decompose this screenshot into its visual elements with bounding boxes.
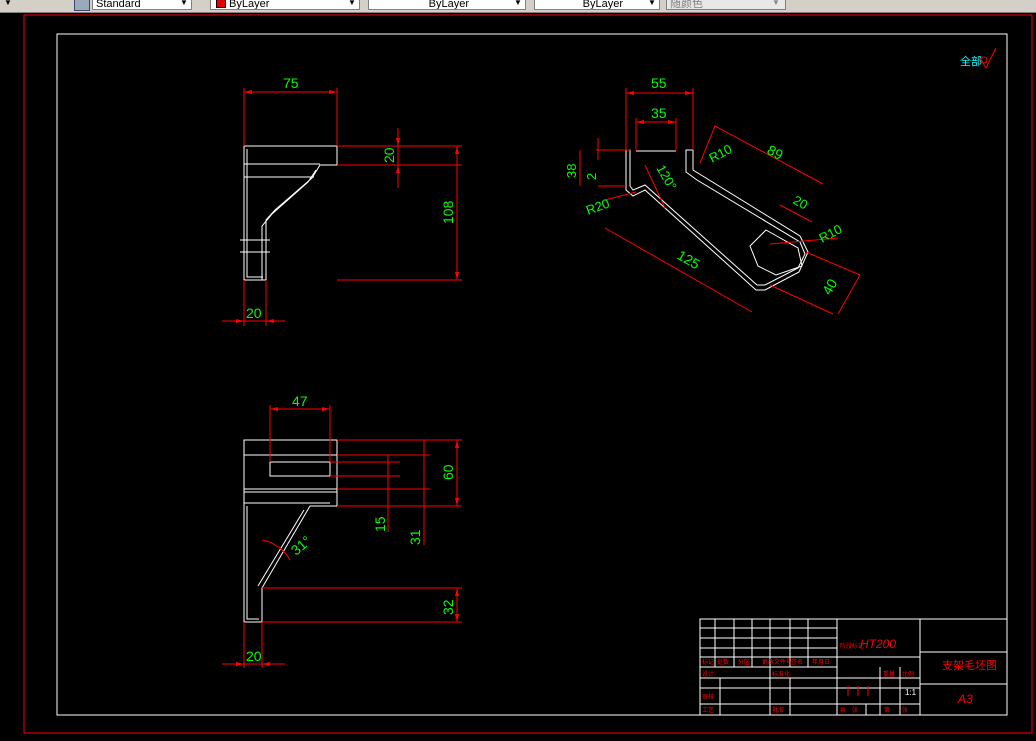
- tb-cell-review: 审核: [702, 693, 714, 701]
- dim-75: 75: [283, 75, 299, 91]
- tb-cell-mark: 标记: [702, 658, 714, 666]
- dim-2: 2: [584, 173, 599, 180]
- tb-cell-change-doc: 更改文件号: [762, 658, 792, 666]
- dim-38: 38: [564, 164, 579, 178]
- dim-20-base: 20: [246, 305, 262, 321]
- tb-cell-zone: 分区: [738, 658, 750, 666]
- dim-20-flange: 20: [381, 147, 397, 163]
- dim-40: 40: [819, 276, 841, 298]
- part-name-label: 支架毛坯图: [942, 659, 997, 672]
- dim-108: 108: [440, 200, 456, 224]
- drawing-canvas[interactable]: 全部 75 20 108 20 55 35 38 2 120° R20 R10 …: [0, 0, 1036, 741]
- dim-r10-slot: R10: [816, 221, 844, 245]
- material-label: HT200: [860, 637, 896, 651]
- tb-cell-weight: 重量: [883, 670, 895, 678]
- scale-label: 1:1: [905, 688, 917, 697]
- tb-cell-count: 处数: [717, 658, 729, 666]
- dim-15: 15: [372, 516, 388, 532]
- dim-89: 89: [765, 142, 786, 164]
- dim-47: 47: [292, 393, 308, 409]
- side-view-top: 75 20 108 20: [222, 75, 462, 326]
- tb-cell-sign: 签名: [791, 658, 803, 666]
- dim-r10-top: R10: [706, 141, 734, 165]
- dim-31: 31: [407, 529, 423, 545]
- dim-120-angle: 120°: [653, 162, 679, 193]
- tb-cell-approve: 批准: [772, 706, 784, 714]
- tb-cell-stage: 阶段标记: [840, 642, 864, 650]
- inner-frame-border: [56, 33, 1008, 716]
- tb-cell-sheet: 张: [852, 706, 858, 714]
- dim-35: 35: [651, 105, 667, 121]
- title-block: HT200 支架毛坯图 A3 1:1 标记 处数 分区 更改文件号 签名 年月日…: [699, 618, 1008, 716]
- rotated-view: 55 35 38 2 120° R20 R10 89 20 R10 125 40: [564, 75, 861, 315]
- tb-cell-design: 设计: [702, 670, 714, 678]
- tb-cell-sheet2: 张: [902, 706, 908, 714]
- sheet-size-label: A3: [957, 692, 973, 706]
- tb-cell-scale: 比例: [902, 670, 914, 678]
- dim-55: 55: [651, 75, 667, 91]
- dim-r20: R20: [584, 196, 612, 218]
- dim-31-angle: 31°: [288, 532, 315, 558]
- dim-125: 125: [675, 247, 703, 273]
- roughness-note: 全部: [960, 54, 982, 68]
- dim-20-slot: 20: [791, 192, 811, 212]
- dim-60: 60: [440, 464, 456, 480]
- surface-roughness-symbol: 全部: [960, 47, 997, 70]
- tb-cell-date: 年月日: [812, 658, 830, 666]
- dim-20-front: 20: [246, 648, 262, 664]
- dim-32: 32: [440, 599, 456, 615]
- tb-cell-total: 共: [840, 706, 846, 714]
- tb-cell-standard: 标准化: [772, 670, 790, 678]
- outer-sheet-border: [23, 14, 1033, 734]
- tb-cell-process: 工艺: [702, 706, 714, 714]
- tb-cell-no: 第: [884, 706, 890, 714]
- front-view: 47 60 15 31 31° 32 20: [222, 393, 462, 668]
